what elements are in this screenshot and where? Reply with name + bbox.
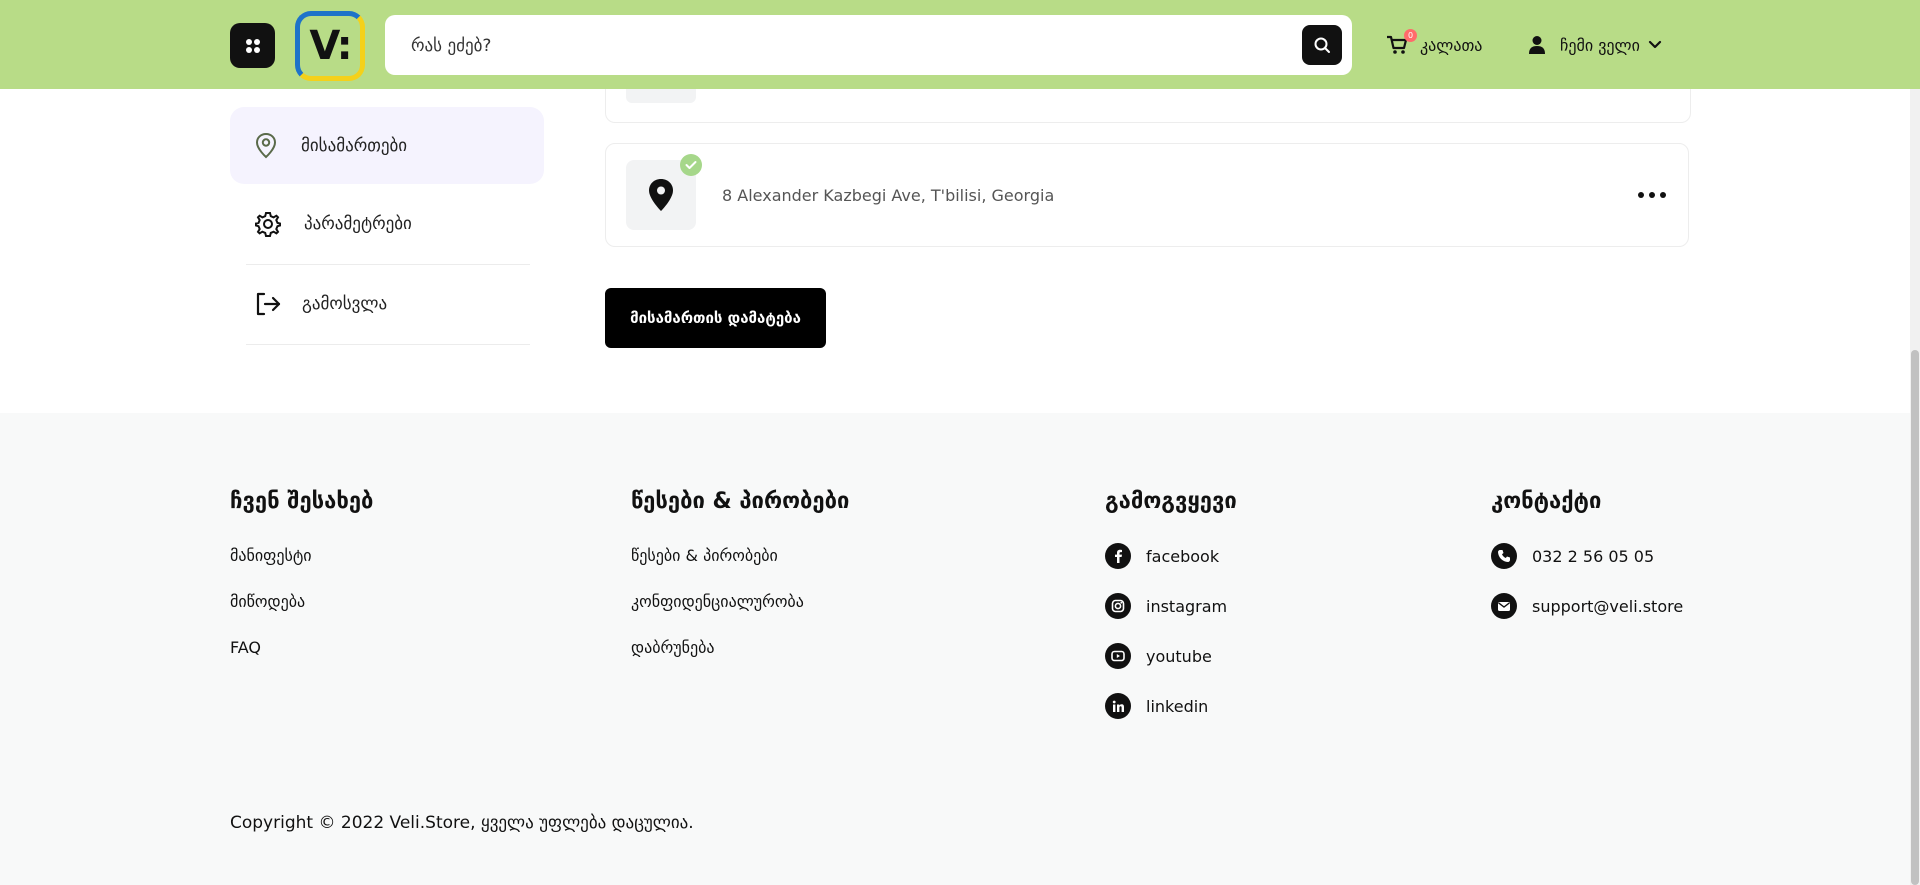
location-pin-icon bbox=[255, 132, 277, 158]
cart-button[interactable]: 0 კალათა bbox=[1386, 29, 1483, 59]
footer-link-facebook[interactable]: facebook bbox=[1105, 543, 1219, 569]
footer-contact-email[interactable]: support@veli.store bbox=[1491, 593, 1683, 619]
search-input[interactable] bbox=[409, 15, 1293, 77]
selected-check-icon bbox=[680, 154, 702, 176]
footer-terms-title: წესები & პირობები bbox=[631, 489, 850, 514]
footer-follow-title: გამოგვყევი bbox=[1105, 489, 1237, 514]
footer-link-instagram[interactable]: instagram bbox=[1105, 593, 1227, 619]
map-pin-icon bbox=[649, 179, 673, 211]
address-text: 8 Alexander Kazbegi Ave, T'bilisi, Georg… bbox=[722, 185, 1055, 205]
footer-link-terms[interactable]: წესები & პირობები bbox=[631, 546, 778, 565]
social-label: instagram bbox=[1146, 596, 1228, 616]
social-label: facebook bbox=[1146, 546, 1220, 566]
veli-logo[interactable]: V: bbox=[295, 11, 365, 81]
sidebar-item-label: მისამართები bbox=[301, 135, 408, 156]
copyright-text: Copyright © 2022 Veli.Store, ყველა უფლებ… bbox=[230, 813, 694, 833]
footer-about-title: ჩვენ შესახებ bbox=[230, 489, 374, 514]
phone-icon bbox=[1491, 543, 1517, 569]
sidebar-item-label: პარამეტრები bbox=[304, 214, 412, 234]
account-label: ჩემი ველი bbox=[1560, 35, 1640, 55]
footer-contact-title: კონტაქტი bbox=[1491, 489, 1602, 514]
sidebar-item-logout[interactable]: გამოსვლა bbox=[246, 264, 530, 345]
cart-label: კალათა bbox=[1420, 35, 1483, 55]
search-icon bbox=[1314, 37, 1330, 53]
user-icon bbox=[1529, 36, 1545, 54]
social-label: linkedin bbox=[1146, 696, 1209, 716]
header: V: 0 კალათა ჩემი ველი bbox=[0, 0, 1920, 89]
footer-link-delivery[interactable]: მიწოდება bbox=[230, 592, 305, 611]
scrollbar-thumb[interactable] bbox=[1911, 350, 1919, 885]
more-options-icon[interactable] bbox=[1632, 180, 1672, 210]
footer-link-youtube[interactable]: youtube bbox=[1105, 643, 1212, 669]
facebook-icon bbox=[1105, 543, 1131, 569]
page-scrollbar[interactable] bbox=[1910, 0, 1920, 885]
mail-icon bbox=[1491, 593, 1517, 619]
contact-email-text: support@veli.store bbox=[1532, 596, 1684, 616]
sidebar-item-label: გამოსვლა bbox=[302, 294, 388, 314]
categories-menu-button[interactable] bbox=[230, 23, 275, 68]
footer-contact-phone[interactable]: 032 2 56 05 05 bbox=[1491, 543, 1654, 569]
logout-icon bbox=[256, 292, 281, 316]
search-button[interactable] bbox=[1302, 25, 1342, 65]
contact-phone-text: 032 2 56 05 05 bbox=[1532, 546, 1655, 566]
footer-link-manifesto[interactable]: მანიფესტი bbox=[230, 546, 312, 565]
footer-link-faq[interactable]: FAQ bbox=[230, 638, 261, 657]
youtube-icon bbox=[1105, 643, 1131, 669]
add-address-button[interactable]: მისამართის დამატება bbox=[605, 288, 826, 348]
instagram-icon bbox=[1105, 593, 1131, 619]
grid-dots-icon bbox=[245, 38, 260, 53]
search-bar bbox=[385, 15, 1352, 77]
sidebar-item-addresses[interactable]: მისამართები bbox=[230, 107, 544, 184]
address-card[interactable]: 8 Alexander Kazbegi Ave, T'bilisi, Georg… bbox=[605, 143, 1689, 247]
gear-icon bbox=[255, 212, 281, 237]
sidebar-item-settings[interactable]: პარამეტრები bbox=[246, 184, 530, 265]
account-menu-button[interactable]: ჩემი ველი bbox=[1528, 31, 1662, 59]
chevron-down-icon bbox=[1648, 40, 1661, 49]
footer-link-returns[interactable]: დაბრუნება bbox=[631, 638, 714, 657]
social-label: youtube bbox=[1146, 646, 1212, 666]
footer-link-privacy[interactable]: კონფიდენციალურობა bbox=[631, 592, 804, 611]
footer-link-linkedin[interactable]: linkedin bbox=[1105, 693, 1208, 719]
linkedin-icon bbox=[1105, 693, 1131, 719]
cart-count-badge: 0 bbox=[1404, 29, 1417, 42]
